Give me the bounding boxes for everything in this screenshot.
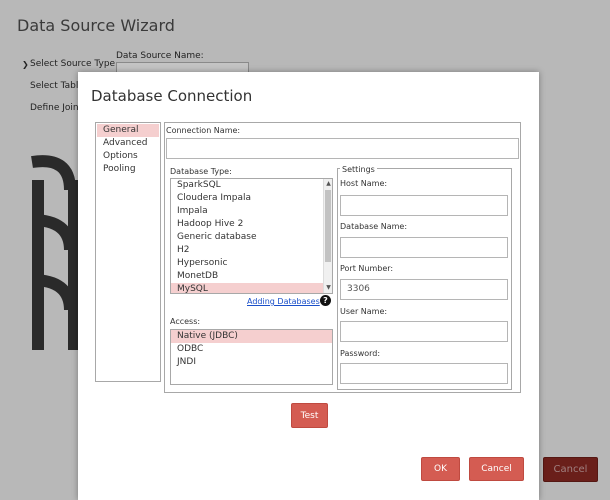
settings-legend: Settings [340, 165, 377, 174]
wizard-cancel-button[interactable]: Cancel [543, 457, 598, 482]
port-number-label: Port Number: [340, 264, 394, 273]
database-name-label: Database Name: [340, 222, 408, 231]
wizard-step-label: Define Joins [30, 103, 84, 113]
port-number-input[interactable]: 3306 [340, 279, 508, 300]
database-connection-dialog: Database Connection General Advanced Opt… [78, 72, 539, 500]
list-item[interactable]: Hypersonic [171, 257, 332, 270]
list-item[interactable]: MonetDB [171, 270, 332, 283]
list-item[interactable]: Impala [171, 205, 332, 218]
settings-group: Settings Host Name: Database Name: Port … [337, 165, 512, 390]
list-item-selected[interactable]: MySQL [171, 283, 332, 293]
general-panel: Connection Name: Database Type: SparkSQL… [164, 122, 521, 393]
nav-item-general[interactable]: General [97, 124, 159, 137]
data-source-name-label: Data Source Name: [116, 51, 204, 61]
list-item[interactable]: Cloudera Impala [171, 192, 332, 205]
list-item-selected[interactable]: Native (JDBC) [171, 330, 332, 343]
wizard-title: Data Source Wizard [17, 16, 175, 35]
connection-name-input[interactable] [166, 138, 519, 159]
list-item[interactable]: Hadoop Hive 2 [171, 218, 332, 231]
scroll-thumb[interactable] [325, 190, 331, 262]
list-item[interactable]: SparkSQL [171, 179, 332, 192]
database-name-input[interactable] [340, 237, 508, 258]
nav-item-advanced[interactable]: Advanced [97, 137, 159, 150]
chevron-right-icon: ❯ [22, 60, 29, 69]
password-input[interactable] [340, 363, 508, 384]
nav-item-pooling[interactable]: Pooling [97, 163, 159, 176]
user-name-label: User Name: [340, 307, 388, 316]
list-item[interactable]: H2 [171, 244, 332, 257]
list-item[interactable]: ODBC [171, 343, 332, 356]
wizard-step-label: Select Source Type [30, 59, 116, 69]
user-name-input[interactable] [340, 321, 508, 342]
cancel-button[interactable]: Cancel [469, 457, 524, 481]
nav-item-options[interactable]: Options [97, 150, 159, 163]
test-button[interactable]: Test [291, 403, 328, 428]
dialog-nav: General Advanced Options Pooling [95, 122, 161, 382]
list-item[interactable]: JNDI [171, 356, 332, 369]
scroll-up-icon[interactable]: ▲ [324, 179, 332, 189]
database-type-label: Database Type: [170, 167, 232, 176]
password-label: Password: [340, 349, 381, 358]
access-list[interactable]: Native (JDBC) ODBC JNDI [170, 329, 333, 385]
list-item[interactable]: Generic database [171, 231, 332, 244]
scroll-down-icon[interactable]: ▼ [324, 283, 332, 293]
database-type-list[interactable]: SparkSQL Cloudera Impala Impala Hadoop H… [170, 178, 333, 294]
ok-button[interactable]: OK [421, 457, 460, 481]
host-name-input[interactable] [340, 195, 508, 216]
adding-databases-link[interactable]: Adding Databases [247, 297, 320, 306]
help-icon[interactable]: ? [320, 295, 331, 306]
dialog-title: Database Connection [91, 87, 253, 105]
access-label: Access: [170, 317, 201, 326]
connection-name-label: Connection Name: [166, 126, 241, 135]
database-type-scrollbar[interactable]: ▲ ▼ [323, 179, 332, 293]
host-name-label: Host Name: [340, 179, 388, 188]
